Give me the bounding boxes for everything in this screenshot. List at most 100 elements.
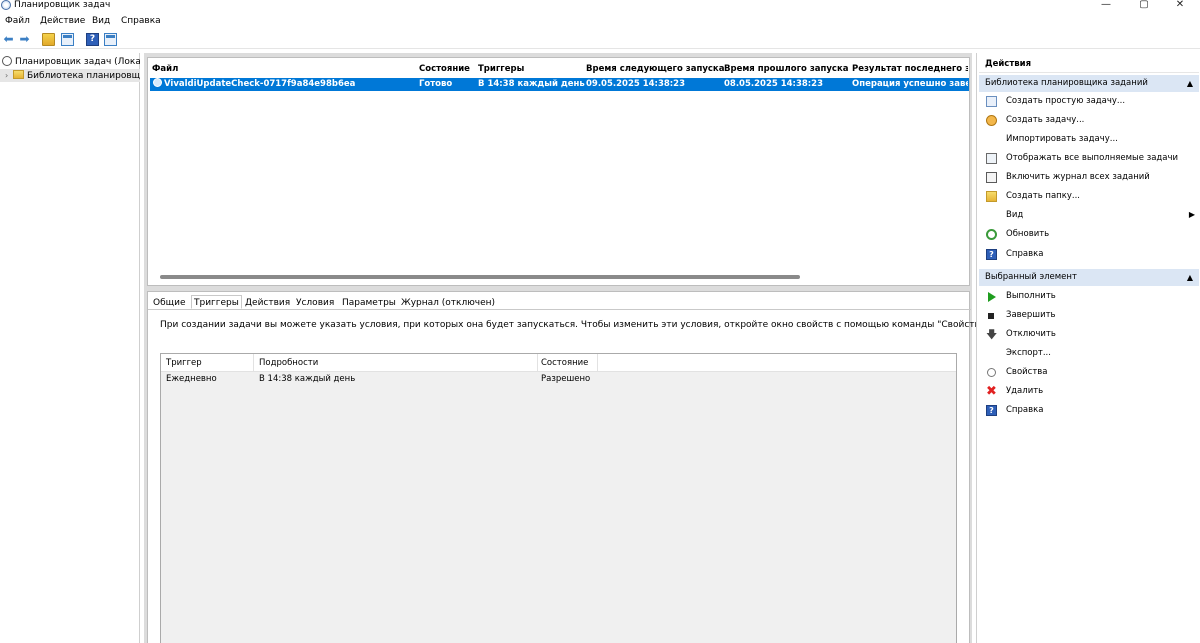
task-name-cell: VivaldiUpdateCheck-0717f9a84e98b6ea [153, 78, 413, 91]
menu-file[interactable]: Файл [5, 15, 30, 27]
trigger-details-cell: В 14:38 каждый день [259, 374, 356, 384]
task-last-result-cell: Операция успешно завершена. [852, 79, 968, 89]
action-delete[interactable]: ✖ Удалить [979, 382, 1199, 400]
task-scheduler-icon [1, 0, 11, 10]
section-header-library[interactable]: Библиотека планировщика заданий ▲ [979, 75, 1199, 92]
task-last-run-cell: 08.05.2025 14:38:23 [724, 79, 824, 89]
action-help-selected[interactable]: ? Справка [979, 401, 1199, 419]
stop-icon [988, 313, 994, 319]
task-list: Файл Состояние Триггеры Время следующего… [147, 57, 970, 286]
column-header-trigger-state[interactable]: Состояние [541, 358, 588, 369]
delete-icon: ✖ [986, 384, 997, 399]
column-separator [537, 354, 538, 372]
show-hide-console-tree-icon[interactable] [61, 33, 74, 46]
show-hide-action-pane-icon[interactable] [104, 33, 117, 46]
action-disable[interactable]: 🡇 Отключить [979, 325, 1199, 343]
tab-divider [148, 309, 971, 310]
action-end[interactable]: Завершить [979, 306, 1199, 324]
table-row[interactable]: Ежедневно В 14:38 каждый день Разрешено [161, 373, 956, 386]
toolbar: ⬅ ➡ ? [0, 31, 1200, 49]
maximize-button[interactable]: ▢ [1129, 0, 1159, 12]
action-create-task[interactable]: Создать задачу... [979, 111, 1199, 129]
actions-pane-title: Действия [979, 55, 1199, 73]
history-log-icon [986, 172, 997, 183]
help-icon[interactable]: ? [86, 33, 99, 46]
tab-actions[interactable]: Действия [243, 296, 292, 310]
triggers-table-header: Триггер Подробности Состояние [161, 354, 956, 372]
column-header-trigger[interactable]: Триггер [166, 358, 202, 369]
action-run[interactable]: Выполнить [979, 287, 1199, 305]
tab-triggers[interactable]: Триггеры [191, 295, 242, 309]
tab-conditions[interactable]: Условия [294, 296, 336, 310]
column-separator [597, 354, 598, 372]
column-header-details[interactable]: Подробности [259, 358, 318, 369]
column-header-state[interactable]: Состояние [419, 64, 470, 75]
collapse-caret-icon[interactable]: ▲ [1187, 269, 1193, 286]
task-next-run-cell: 09.05.2025 14:38:23 [586, 79, 686, 89]
title-bar: Планировщик задач — ▢ ✕ [0, 0, 1200, 13]
close-button[interactable]: ✕ [1165, 0, 1195, 12]
action-create-basic-task[interactable]: Создать простую задачу... [979, 92, 1199, 110]
action-new-folder[interactable]: Создать папку... [979, 187, 1199, 205]
task-clock-icon [153, 78, 162, 87]
tree-item-root-label: Планировщик задач (Локальный) [15, 57, 140, 67]
running-tasks-icon [986, 153, 997, 164]
trigger-type-cell: Ежедневно [166, 374, 217, 384]
action-show-running-tasks[interactable]: Отображать все выполняемые задачи [979, 149, 1199, 167]
action-import-task[interactable]: Импортировать задачу... [979, 130, 1199, 148]
action-help-library[interactable]: ? Справка [979, 245, 1199, 263]
action-properties[interactable]: Свойства [979, 363, 1199, 381]
actions-pane: Действия Библиотека планировщика заданий… [976, 53, 1200, 643]
console-tree: Планировщик задач (Локальный) › Библиотек… [0, 53, 140, 643]
column-header-last-run[interactable]: Время прошлого запуска [724, 64, 848, 75]
create-basic-task-icon [986, 96, 997, 107]
tree-item-library[interactable]: › Библиотека планировщика заданий [0, 69, 140, 82]
folder-icon [13, 70, 24, 79]
tab-history[interactable]: Журнал (отключен) [399, 296, 497, 310]
task-details-pane: Общие Триггеры Действия Условия Параметр… [147, 291, 992, 643]
column-header-next-run[interactable]: Время следующего запуска [586, 64, 724, 75]
task-scheduler-icon [2, 56, 12, 66]
tree-item-library-label: Библиотека планировщика заданий [27, 71, 140, 81]
create-task-icon [986, 115, 997, 126]
up-folder-icon[interactable] [42, 33, 55, 46]
tab-settings[interactable]: Параметры [340, 296, 398, 310]
folder-icon [986, 191, 997, 202]
menu-help[interactable]: Справка [121, 15, 161, 27]
triggers-info-text: При создании задачи вы можете указать ус… [160, 320, 993, 330]
properties-icon [987, 368, 996, 377]
action-refresh[interactable]: Обновить [979, 225, 1199, 243]
action-view[interactable]: Вид ▶ [979, 206, 1199, 224]
help-icon: ? [986, 249, 997, 260]
run-icon [988, 292, 996, 302]
window-title: Планировщик задач [14, 0, 111, 10]
tree-item-root[interactable]: Планировщик задач (Локальный) [0, 56, 140, 69]
action-enable-history[interactable]: Включить журнал всех заданий [979, 168, 1199, 186]
chevron-right-icon[interactable]: › [5, 69, 13, 82]
task-triggers-cell: В 14:38 каждый день [478, 79, 585, 89]
help-icon: ? [986, 405, 997, 416]
table-row[interactable]: VivaldiUpdateCheck-0717f9a84e98b6ea Гото… [150, 78, 969, 91]
column-separator [253, 354, 254, 372]
refresh-icon [986, 229, 997, 240]
disable-icon: 🡇 [986, 328, 998, 341]
tab-general[interactable]: Общие [151, 296, 188, 310]
task-state-cell: Готово [419, 79, 453, 89]
minimize-button[interactable]: — [1091, 0, 1121, 12]
column-header-triggers[interactable]: Триггеры [478, 64, 524, 75]
column-header-last-result[interactable]: Результат последнего запуска [852, 64, 968, 75]
back-arrow-icon[interactable]: ⬅ [2, 33, 15, 46]
trigger-state-cell: Разрешено [541, 374, 591, 384]
horizontal-scrollbar[interactable] [160, 275, 800, 279]
menu-view[interactable]: Вид [92, 15, 110, 27]
triggers-table: Триггер Подробности Состояние Ежедневно … [160, 353, 957, 643]
column-header-name[interactable]: Файл [152, 64, 178, 75]
details-tabs: Общие Триггеры Действия Условия Параметр… [148, 295, 971, 310]
action-export[interactable]: Экспорт... [979, 344, 1199, 362]
menu-action[interactable]: Действие [40, 15, 85, 27]
menu-bar: Файл Действие Вид Справка [0, 15, 1200, 28]
forward-arrow-icon[interactable]: ➡ [18, 33, 31, 46]
collapse-caret-icon[interactable]: ▲ [1187, 75, 1193, 92]
section-header-selected[interactable]: Выбранный элемент ▲ [979, 269, 1199, 286]
submenu-arrow-icon: ▶ [1188, 210, 1195, 219]
